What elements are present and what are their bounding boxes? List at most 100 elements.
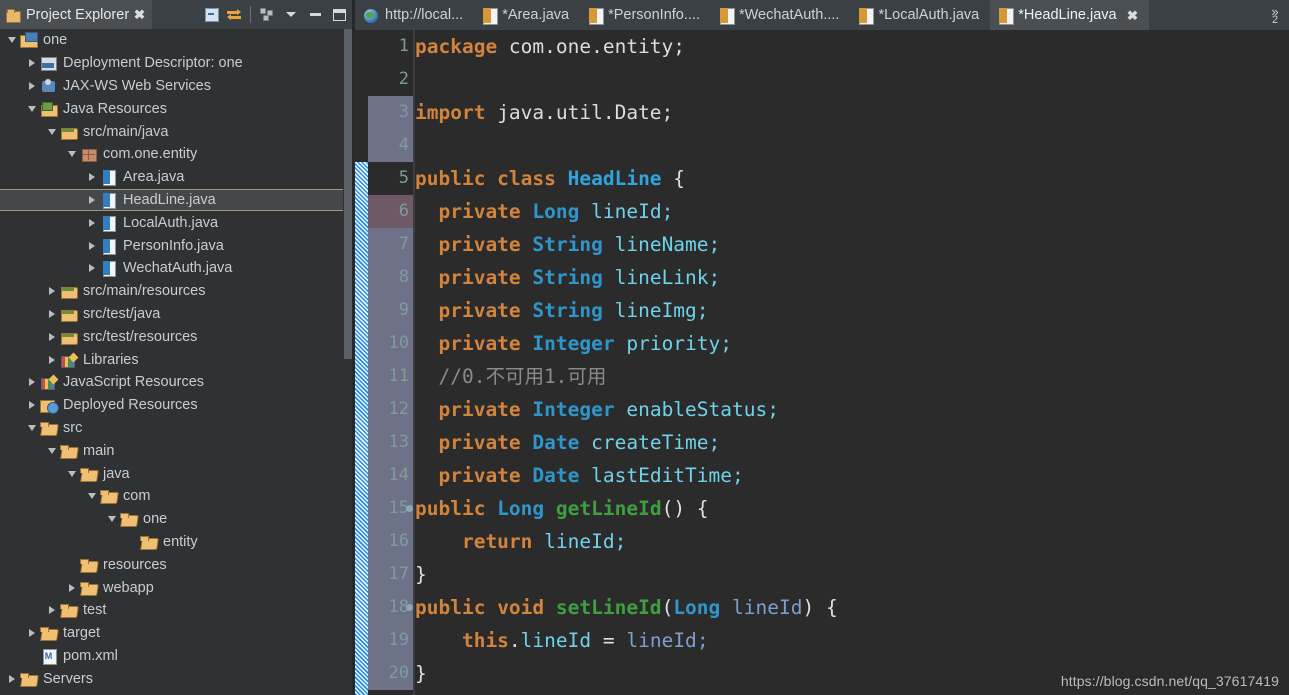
tree-item-localauth-java[interactable]: LocalAuth.java: [0, 211, 343, 234]
project-tree[interactable]: one Deployment Descriptor: one JAX-WS Web …: [0, 29, 355, 695]
tree-item-area-java[interactable]: Area.java: [0, 166, 343, 189]
twisty-expanded-icon[interactable]: [24, 105, 40, 112]
line-number: 4: [398, 135, 409, 155]
twisty-expanded-icon[interactable]: [4, 37, 20, 44]
twisty-collapsed-icon[interactable]: [84, 264, 100, 273]
twisty-expanded-icon[interactable]: [64, 470, 80, 477]
twisty-collapsed-icon[interactable]: [84, 218, 100, 227]
code-token: public: [415, 497, 498, 520]
editor-tab-personinfo[interactable]: *PersonInfo....: [580, 0, 711, 30]
tree-item-deployment-descriptor-one[interactable]: Deployment Descriptor: one: [0, 52, 343, 75]
tree-item-com[interactable]: com: [0, 485, 343, 508]
code-text[interactable]: package com.one.entity; import java.util.…: [415, 30, 1289, 695]
tree-item-src-test-resources[interactable]: src/test/resources: [0, 325, 343, 348]
code-token: ;: [732, 464, 744, 487]
twisty-collapsed-icon[interactable]: [84, 195, 100, 204]
tree-item-personinfo-java[interactable]: PersonInfo.java: [0, 234, 343, 257]
tree-item-src-main-resources[interactable]: src/main/resources: [0, 280, 343, 303]
tree-item-jax-ws-web-services[interactable]: JAX-WS Web Services: [0, 75, 343, 98]
code-line: return lineId;: [415, 525, 626, 558]
code-editor[interactable]: 1 2 3 4 5 6 7 8 9 10 11 12 13 14 15 16 17 18 19 20 package …: [355, 30, 1289, 695]
twisty-collapsed-icon[interactable]: [44, 606, 60, 615]
tree-item-test[interactable]: test: [0, 599, 343, 622]
close-icon[interactable]: ✖: [134, 8, 145, 21]
view-menu-button[interactable]: [255, 3, 279, 27]
maximize-button[interactable]: [327, 3, 351, 27]
twisty-collapsed-icon[interactable]: [44, 309, 60, 318]
minimize-button[interactable]: [303, 3, 327, 27]
tree-item-libraries[interactable]: Libraries: [0, 348, 343, 371]
twisty-collapsed-icon[interactable]: [24, 59, 40, 68]
tree-item-resources[interactable]: resources: [0, 553, 343, 576]
project-explorer-tab[interactable]: Project Explorer ✖: [0, 0, 153, 29]
twisty-collapsed-icon[interactable]: [84, 173, 100, 182]
line-number: 9: [398, 300, 409, 320]
tree-item-label: com: [123, 488, 151, 505]
fold-marker[interactable]: [406, 505, 413, 512]
tree-item-com-one-entity[interactable]: com.one.entity: [0, 143, 343, 166]
editor-tab-localauth-java[interactable]: *LocalAuth.java: [850, 0, 990, 30]
editor-tab-area-java[interactable]: *Area.java: [474, 0, 580, 30]
close-icon[interactable]: ✖: [1126, 9, 1137, 22]
editor-tab-headline-java[interactable]: *HeadLine.java ✖: [990, 0, 1149, 30]
twisty-collapsed-icon[interactable]: [24, 81, 40, 90]
twisty-expanded-icon[interactable]: [64, 151, 80, 158]
code-line: public void setLineId(Long lineId) {: [415, 591, 838, 624]
tree-item-src[interactable]: src: [0, 417, 343, 440]
tree-item-java-resources[interactable]: Java Resources: [0, 97, 343, 120]
web-icon: [364, 8, 379, 23]
tree-item-javascript-resources[interactable]: JavaScript Resources: [0, 371, 343, 394]
twisty-collapsed-icon[interactable]: [44, 355, 60, 364]
code-token: String: [532, 233, 603, 256]
tree-item-src-main-java[interactable]: src/main/java: [0, 120, 343, 143]
twisty-collapsed-icon[interactable]: [44, 332, 60, 341]
twisty-collapsed-icon[interactable]: [24, 378, 40, 387]
code-token: //0.不可用1.可用: [415, 365, 607, 388]
line-number-gutter: 1 2 3 4 5 6 7 8 9 10 11 12 13 14 15 16 17 18 19 20: [368, 30, 413, 695]
tree-item-one[interactable]: one: [0, 29, 343, 52]
twisty-expanded-icon[interactable]: [104, 516, 120, 523]
view-dropdown-button[interactable]: [279, 3, 303, 27]
twisty-collapsed-icon[interactable]: [44, 287, 60, 296]
twisty-expanded-icon[interactable]: [84, 493, 100, 500]
code-token: String: [532, 299, 603, 322]
code-line: private String lineName;: [415, 228, 720, 261]
editor-tab-wechatauth[interactable]: *WechatAuth....: [711, 0, 850, 30]
editor-tab-http-local[interactable]: http://local...: [355, 0, 474, 30]
twisty-expanded-icon[interactable]: [44, 447, 60, 454]
collapse-all-button[interactable]: [198, 3, 222, 27]
link-with-editor-button[interactable]: [222, 3, 246, 27]
tree-item-wechatauth-java[interactable]: WechatAuth.java: [0, 257, 343, 280]
twisty-collapsed-icon[interactable]: [24, 629, 40, 638]
twisty-collapsed-icon[interactable]: [84, 241, 100, 250]
fold-marker[interactable]: [406, 604, 413, 611]
code-token: return: [415, 530, 545, 553]
tree-item-java[interactable]: java: [0, 462, 343, 485]
twisty-collapsed-icon[interactable]: [64, 583, 80, 592]
tree-item-one[interactable]: one: [0, 508, 343, 531]
tree-item-src-test-java[interactable]: src/test/java: [0, 303, 343, 326]
tree-item-deployed-resources[interactable]: Deployed Resources: [0, 394, 343, 417]
project-explorer-panel: Project Explorer ✖ one Deployment Descri…: [0, 0, 355, 695]
tree-item-target[interactable]: target: [0, 622, 343, 645]
tree-item-pom-xml[interactable]: pom.xml: [0, 645, 343, 668]
twisty-expanded-icon[interactable]: [24, 424, 40, 431]
tree-item-servers[interactable]: Servers: [0, 667, 343, 690]
twisty-expanded-icon[interactable]: [44, 128, 60, 135]
line-number: 13: [388, 432, 409, 452]
code-token: package: [415, 35, 509, 58]
code-line: //0.不可用1.可用: [415, 360, 606, 393]
twisty-collapsed-icon[interactable]: [4, 674, 20, 683]
tab-overflow-button[interactable]: » 2: [1261, 0, 1289, 30]
tree-item-headline-java[interactable]: HeadLine.java: [0, 188, 343, 212]
tree-item-main[interactable]: main: [0, 439, 343, 462]
code-token: }: [415, 662, 427, 685]
tree-item-label: LocalAuth.java: [123, 214, 219, 231]
tree-item-label: src/main/resources: [83, 283, 206, 300]
line-number: 15: [388, 498, 409, 518]
tree-item-entity[interactable]: entity: [0, 531, 343, 554]
twisty-collapsed-icon[interactable]: [24, 401, 40, 410]
tree-item-webapp[interactable]: webapp: [0, 576, 343, 599]
code-token: Integer: [532, 398, 615, 421]
